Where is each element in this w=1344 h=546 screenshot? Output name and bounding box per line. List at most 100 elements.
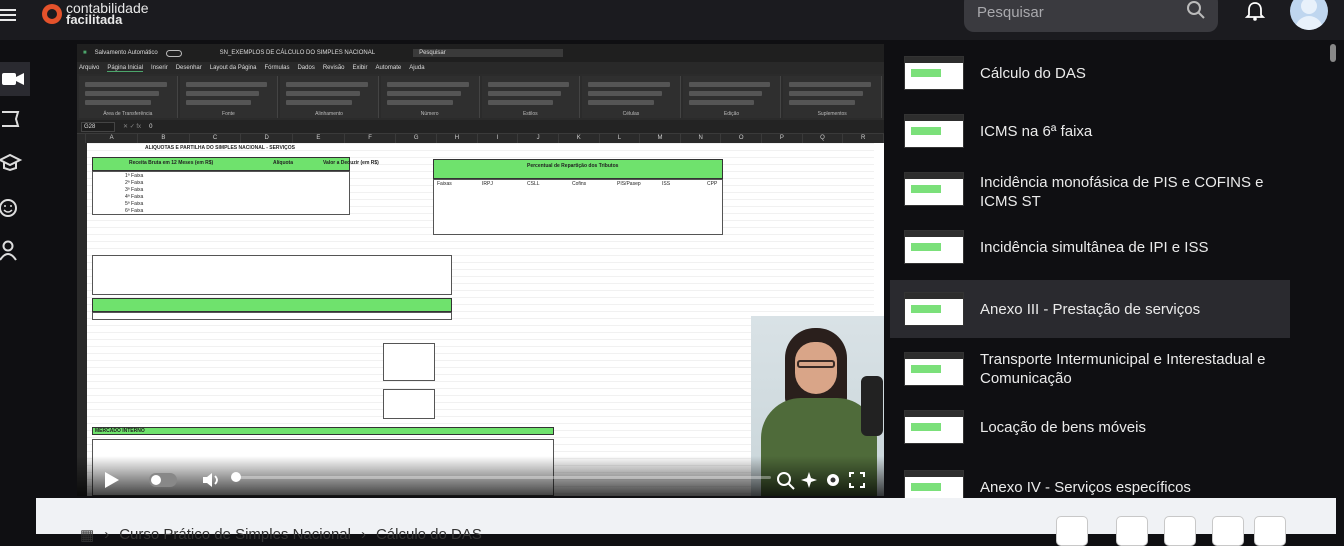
right-table-body bbox=[433, 179, 723, 235]
excel-menu-item: Exibir bbox=[352, 65, 368, 71]
excel-autosave: Salvamento Automático bbox=[94, 50, 158, 56]
ribbon-group: Células bbox=[582, 76, 681, 118]
playlist-item-title: Locação de bens móveis bbox=[980, 418, 1146, 436]
progress-bar[interactable] bbox=[235, 476, 771, 479]
ribbon-group-label: Estilos bbox=[522, 111, 538, 117]
playlist-thumbnail bbox=[904, 56, 964, 90]
notification-bell-icon[interactable] bbox=[1244, 0, 1266, 22]
playlist-item[interactable]: Incidência simultânea de IPI e ISS bbox=[890, 218, 1290, 276]
search-input[interactable]: Pesquisar bbox=[964, 0, 1218, 32]
left-table-faixa: 6ª Faixa bbox=[125, 208, 144, 214]
nav-videos-icon[interactable] bbox=[0, 62, 30, 96]
left-table-faixa: 1ª Faixa bbox=[125, 173, 144, 179]
volume-icon[interactable] bbox=[201, 470, 223, 490]
playlist-item-title: Anexo IV - Serviços específicos bbox=[980, 478, 1191, 496]
breadcrumb-home-icon[interactable]: ▦ bbox=[80, 526, 94, 544]
video-player[interactable]: ■ Salvamento Automático SN_EXEMPLOS DE C… bbox=[77, 44, 884, 496]
progress-scrubber[interactable] bbox=[231, 472, 241, 482]
excel-menu-item: Página Inicial bbox=[107, 64, 144, 72]
left-table-header-deduzir: Valor a Deduzir (em R$) bbox=[323, 160, 379, 166]
excel-column-header: Q bbox=[803, 134, 844, 143]
excel-file-title: SN_EXEMPLOS DE CÁLCULO DO SIMPLES NACION… bbox=[219, 50, 376, 56]
excel-column-header: D bbox=[241, 134, 294, 143]
left-table-faixa: 4ª Faixa bbox=[125, 194, 144, 200]
excel-search: Pesquisar bbox=[413, 49, 564, 57]
fullscreen-icon[interactable] bbox=[847, 470, 869, 490]
excel-column-header: L bbox=[600, 134, 641, 143]
excel-menu-item: Layout da Página bbox=[209, 65, 257, 71]
playlist-item[interactable]: Anexo III - Prestação de serviços bbox=[890, 280, 1290, 338]
excel-title-bar: ■ Salvamento Automático SN_EXEMPLOS DE C… bbox=[77, 44, 884, 62]
autoplay-toggle[interactable] bbox=[149, 473, 177, 487]
excel-menu-item: Revisão bbox=[322, 65, 345, 71]
right-table-col-label: IRPJ bbox=[482, 181, 493, 187]
excel-column-header: R bbox=[843, 134, 884, 143]
logo-mark bbox=[42, 4, 62, 24]
next-button[interactable] bbox=[1254, 516, 1286, 546]
excel-menu-item: Desenhar bbox=[175, 65, 202, 71]
ribbon-group: Estilos bbox=[481, 76, 581, 118]
right-table-col-label: Faixas bbox=[437, 181, 452, 187]
playlist-scrollbar[interactable] bbox=[1330, 44, 1336, 62]
playlist-item-title: Transporte Intermunicipal e Interestadua… bbox=[980, 351, 1266, 387]
excel-ribbon: Área de Transferência Fonte Alinhamento Núm… bbox=[77, 74, 884, 120]
excel-menu: Arquivo Página Inicial Inserir Desenhar Layo… bbox=[77, 62, 884, 74]
excel-column-header: K bbox=[559, 134, 600, 143]
search-icon[interactable] bbox=[775, 470, 797, 490]
redistribution-header bbox=[92, 298, 452, 312]
mercado-interno-bar bbox=[92, 427, 554, 435]
lesson-playlist: Cálculo do DAS ICMS na 6ª faixa Incidência… bbox=[890, 44, 1330, 504]
left-nav bbox=[0, 40, 30, 534]
excel-menu-item: Automate bbox=[375, 65, 402, 71]
nav-graduation-icon[interactable] bbox=[0, 150, 26, 176]
search-placeholder: Pesquisar bbox=[977, 4, 1044, 21]
play-icon[interactable] bbox=[101, 470, 123, 490]
ribbon-group: Suplementos bbox=[783, 76, 882, 118]
menu-icon[interactable] bbox=[0, 6, 22, 24]
settings-gear-icon[interactable] bbox=[823, 470, 845, 490]
playlist-item[interactable]: Cálculo do DAS bbox=[890, 44, 1290, 102]
right-table-col-label: Cofins bbox=[572, 181, 587, 187]
sheet-title: ALIQUOTAS E PARTILHA DO SIMPLES NACIONAL… bbox=[145, 145, 296, 151]
nav-smile-icon[interactable] bbox=[0, 195, 26, 221]
excel-row-headers bbox=[77, 143, 87, 496]
breadcrumb: ▦ › Curso Prático de Simples Nacional › … bbox=[80, 526, 482, 544]
right-table-col-label: ISS bbox=[662, 181, 671, 187]
right-table-col-label: PIS/Pasep bbox=[617, 181, 641, 187]
ribbon-group: Área de Transferência bbox=[79, 76, 178, 118]
playlist-item[interactable]: Transporte Intermunicipal e Interestadua… bbox=[890, 340, 1290, 398]
playlist-item[interactable]: Incidência monofásica de PIS e COFINS e … bbox=[890, 160, 1290, 224]
playlist-item-title: Incidência monofásica de PIS e COFINS e … bbox=[980, 174, 1264, 210]
excel-column-header: E bbox=[293, 134, 345, 143]
user-avatar[interactable] bbox=[1290, 0, 1328, 30]
excel-cell-ref: G28 bbox=[81, 121, 115, 132]
excel-column-header: N bbox=[681, 134, 722, 143]
ai-sparkle-icon[interactable] bbox=[799, 470, 821, 490]
ribbon-group-label: Alinhamento bbox=[315, 111, 343, 117]
logo[interactable]: contabilidade facilitada bbox=[42, 0, 149, 28]
playlist-item-title: ICMS na 6ª faixa bbox=[980, 122, 1093, 140]
right-table-col-label: CSLL bbox=[527, 181, 540, 187]
bulb-button[interactable] bbox=[1116, 516, 1148, 546]
playlist-item-title: Incidência simultânea de IPI e ISS bbox=[980, 238, 1209, 256]
search-icon[interactable] bbox=[1186, 0, 1206, 20]
nav-user-icon[interactable] bbox=[0, 238, 26, 264]
excel-column-headers: ABCDEFGHIJKLMNOPQR bbox=[77, 134, 884, 143]
previous-button[interactable] bbox=[1212, 516, 1244, 546]
left-table-faixa: 5ª Faixa bbox=[125, 201, 144, 207]
excel-formula-bar: G28 ✕ ✓ fx 0 bbox=[77, 120, 884, 134]
ribbon-group: Fonte bbox=[179, 76, 279, 118]
excel-column-header: C bbox=[190, 134, 242, 143]
playlist-item[interactable]: Locação de bens móveis bbox=[890, 398, 1290, 456]
bottom-bar: ▦ › Curso Prático de Simples Nacional › … bbox=[36, 498, 1336, 546]
breadcrumb-course[interactable]: Curso Prático de Simples Nacional bbox=[119, 526, 351, 544]
ribbon-group: Número bbox=[380, 76, 480, 118]
bookmark-button[interactable] bbox=[1164, 516, 1196, 546]
playlist-item[interactable]: ICMS na 6ª faixa bbox=[890, 102, 1290, 160]
left-table-faixa: 3ª Faixa bbox=[125, 187, 144, 193]
excel-column-header: H bbox=[437, 134, 478, 143]
excel-formula-value: 0 bbox=[149, 123, 153, 130]
nav-ticket-icon[interactable] bbox=[0, 106, 26, 132]
excel-menu-item: Dados bbox=[297, 65, 315, 71]
notes-button[interactable] bbox=[1056, 516, 1088, 546]
